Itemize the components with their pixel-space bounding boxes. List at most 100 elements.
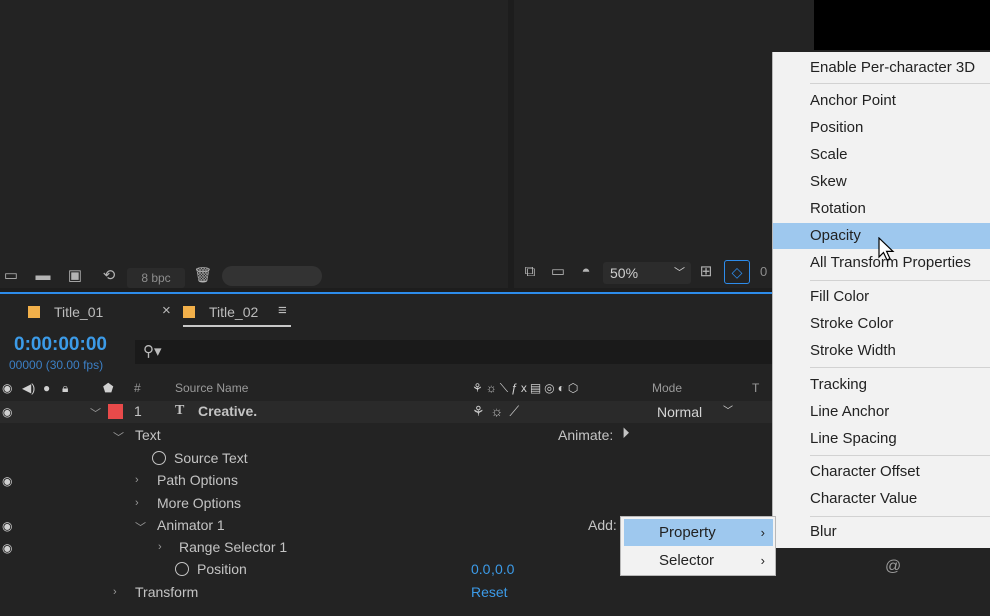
menu-item-rotation[interactable]: Rotation [773, 196, 990, 222]
stopwatch-icon[interactable] [152, 451, 166, 465]
chevron-down-icon[interactable]: ﹀ [113, 429, 124, 445]
lock-icon[interactable]: 🔒︎ [62, 381, 68, 396]
layer-number: 1 [134, 403, 142, 419]
menu-item-scale[interactable]: Scale [773, 142, 990, 168]
new-folder-icon[interactable]: ▬ [32, 266, 54, 286]
menu-item-line-anchor[interactable]: Line Anchor [773, 399, 990, 425]
label-color-swatch[interactable] [108, 404, 123, 419]
search-icon: ⚲▾ [143, 343, 162, 360]
chevron-down-icon[interactable]: ﹀ [90, 405, 101, 421]
menu-item-stroke-width[interactable]: Stroke Width [773, 338, 990, 364]
menu-item-stroke-color[interactable]: Stroke Color [773, 311, 990, 337]
property-row-text[interactable]: ﹀ Text Animate: ⏵ [0, 425, 780, 447]
property-row-source-text[interactable]: Source Text [0, 448, 780, 470]
grid-guides-icon[interactable]: ⊞ [695, 262, 717, 282]
property-label: Path Options [157, 472, 238, 488]
add-submenu: Property › Selector › [620, 516, 776, 576]
reset-link[interactable]: Reset [471, 584, 508, 600]
chevron-right-icon[interactable]: › [135, 497, 139, 509]
mode-column-header: Mode [652, 381, 683, 395]
menu-item-blur[interactable]: Blur [773, 519, 990, 545]
layer-name[interactable]: Creative. [198, 403, 257, 419]
property-label-source-text: Source Text [152, 450, 248, 466]
track-matte-slot[interactable] [748, 404, 762, 419]
switch-slot[interactable] [570, 404, 584, 419]
tab-label: Title_02 [209, 304, 259, 320]
composition-canvas [814, 0, 990, 50]
menu-item-character-value[interactable]: Character Value [773, 486, 990, 512]
comp-color-swatch [183, 306, 195, 318]
menu-item-line-spacing[interactable]: Line Spacing [773, 426, 990, 452]
chevron-down-icon: ﹀ [723, 406, 733, 417]
menu-item-character-offset[interactable]: Character Offset [773, 459, 990, 485]
track-matte-column-header: T [752, 381, 760, 395]
audio-toggle[interactable] [22, 404, 36, 419]
motion-blur-icon[interactable]: @ [885, 558, 901, 576]
eye-icon[interactable]: ◉ [2, 405, 12, 419]
lock-toggle[interactable] [60, 404, 74, 419]
chevron-down-icon[interactable]: ﹀ [135, 519, 146, 535]
switch-slot[interactable] [590, 404, 604, 419]
audio-icon[interactable]: ◀) [22, 381, 35, 395]
eye-icon[interactable]: ◉ [2, 381, 12, 395]
switch-slot[interactable] [610, 404, 624, 419]
property-row-more-options[interactable]: › More Options [0, 493, 780, 515]
label-icon[interactable]: ⬟ [103, 381, 113, 395]
stopwatch-icon[interactable] [175, 562, 189, 576]
chevron-right-icon[interactable]: › [158, 541, 162, 553]
eye-icon[interactable]: ◉ [2, 541, 12, 555]
layer-switches[interactable]: ⚘☼⟋ [472, 403, 525, 420]
menu-item-anchor-point[interactable]: Anchor Point [773, 88, 990, 114]
layer-search-input[interactable]: ⚲▾ [135, 340, 775, 364]
panel-menu-icon[interactable]: ≡ [278, 302, 287, 319]
mask-path-visibility-button[interactable]: ◇ [724, 260, 750, 284]
new-composition-icon[interactable]: ▣ [64, 266, 86, 286]
tab-title-01[interactable]: Title_01 [28, 304, 103, 324]
menu-item-skew[interactable]: Skew [773, 169, 990, 195]
context-menu: Enable Per-character 3D Anchor Point Pos… [772, 52, 990, 548]
submenu-item-property[interactable]: Property › [624, 519, 773, 546]
position-value-y[interactable]: 0.0 [495, 561, 514, 577]
property-label: Range Selector 1 [179, 539, 288, 555]
solo-icon[interactable]: ● [43, 381, 50, 395]
blend-mode-select[interactable]: Normal ﹀ [651, 402, 739, 422]
source-text-label: Source Text [174, 450, 248, 466]
text-layer-icon: T [175, 403, 185, 418]
submenu-label: Selector [659, 552, 715, 569]
zoom-select[interactable]: 50% ﹀ [603, 262, 691, 284]
animate-label: Animate: [558, 427, 614, 443]
mask-visibility-icon[interactable]: ◓ [575, 262, 597, 282]
menu-item-fill-color[interactable]: Fill Color [773, 284, 990, 310]
menu-separator [810, 516, 990, 517]
chevron-right-icon: › [760, 525, 765, 540]
position-value-x[interactable]: 0.0 [471, 561, 490, 577]
menu-separator [810, 83, 990, 84]
project-settings-icon[interactable]: ⟲ [98, 266, 120, 286]
eye-icon[interactable]: ◉ [2, 519, 12, 533]
current-time-display[interactable]: 0:00:00:00 [14, 334, 107, 356]
submenu-item-selector[interactable]: Selector › [624, 547, 773, 574]
project-panel: ▭ ▬ ▣ ⟲ 8 bpc 🗑 [0, 0, 508, 288]
add-label: Add: [588, 517, 617, 533]
always-preview-icon[interactable]: ⧉ [519, 262, 541, 282]
bit-depth-button[interactable]: 8 bpc [127, 268, 185, 288]
property-row-path-options[interactable]: ◉ › Path Options [0, 470, 780, 492]
chevron-right-icon[interactable]: › [135, 474, 139, 486]
solo-toggle[interactable] [40, 404, 54, 419]
zoom-value: 50% [610, 265, 639, 281]
blend-mode-value: Normal [657, 404, 703, 420]
close-icon[interactable]: × [162, 302, 171, 319]
source-name-column-header[interactable]: Source Name [175, 381, 248, 395]
project-scrollbar[interactable] [222, 266, 322, 286]
monitor-icon[interactable]: ▭ [547, 262, 569, 282]
menu-item-tracking[interactable]: Tracking [773, 372, 990, 398]
menu-item-position[interactable]: Position [773, 115, 990, 141]
chevron-right-icon[interactable]: › [113, 586, 117, 598]
interpret-footage-icon[interactable]: ▭ [0, 266, 22, 286]
delete-icon[interactable]: 🗑 [192, 266, 214, 286]
menu-item-enable-per-character-3d[interactable]: Enable Per-character 3D [773, 55, 990, 81]
property-row-transform[interactable]: › Transform Reset [0, 582, 780, 604]
animate-button[interactable]: ⏵ [622, 425, 630, 442]
tab-title-02[interactable]: Title_02 [183, 304, 291, 327]
eye-icon[interactable]: ◉ [2, 474, 12, 488]
